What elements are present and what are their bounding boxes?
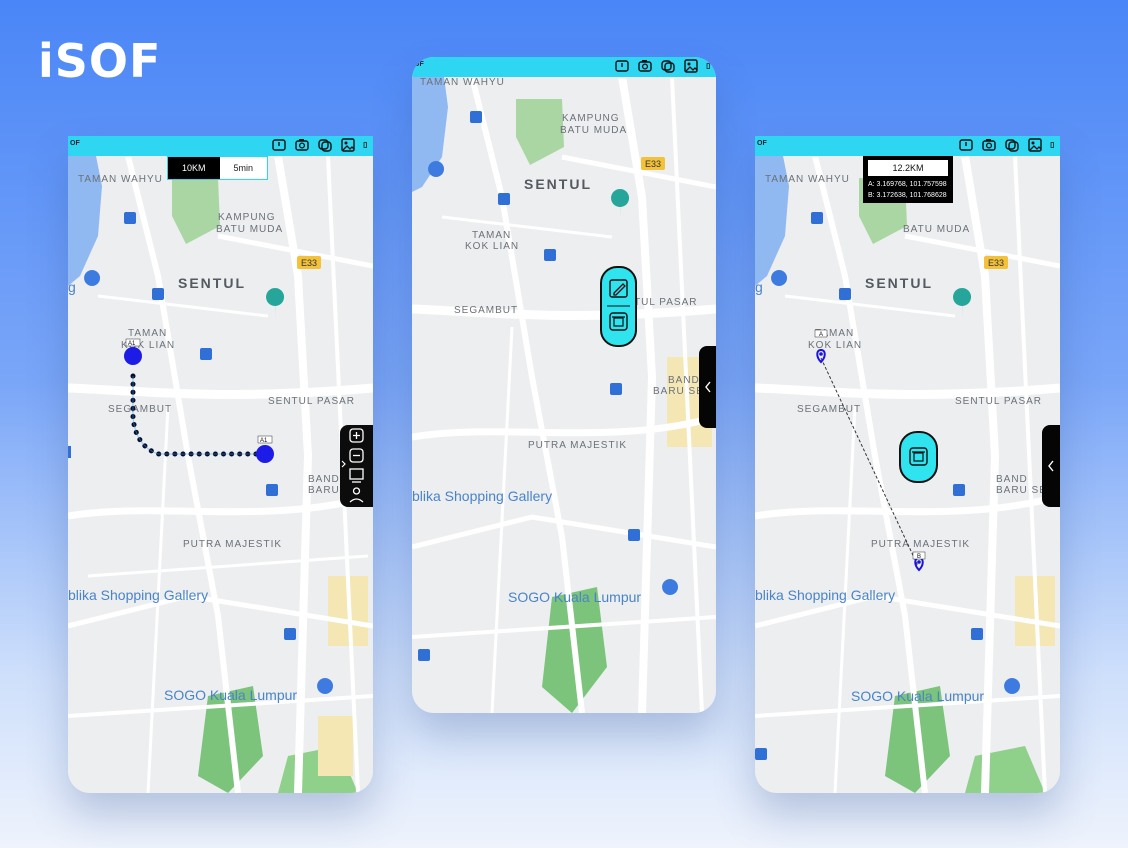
label-taman-wahyu: TAMAN WAHYU [78, 174, 163, 185]
distance-value: 12.2KM [868, 160, 948, 176]
tab-time[interactable]: 5min [219, 157, 268, 179]
menu-icon[interactable] [1050, 137, 1058, 153]
delete-action-pill [899, 431, 938, 483]
image-icon[interactable] [340, 137, 356, 153]
label-kok-lian: KOK LIAN [808, 340, 862, 351]
label-g: g [68, 279, 76, 295]
label-sogo: SOGO Kuala Lumpur [851, 688, 984, 704]
camera-icon[interactable] [981, 137, 997, 153]
label-sogo: SOGO Kuala Lumpur [508, 589, 641, 605]
tab-distance[interactable]: 10KM [168, 157, 220, 179]
label-taman: TAMAN [128, 328, 167, 339]
status-bar: OF [68, 136, 373, 156]
label-kampung: KAMPUNG [218, 212, 276, 223]
chevron-left-icon [705, 381, 711, 393]
copy-icon[interactable] [1004, 137, 1020, 153]
label-taman: TAMAN [472, 230, 511, 241]
zoom-out-icon[interactable] [349, 448, 364, 463]
copy-icon[interactable] [317, 137, 333, 153]
chevron-right-icon[interactable] [341, 460, 346, 468]
status-text: OF [70, 140, 80, 147]
coordinate-b: B: 3.172638, 101.768628 [868, 192, 947, 199]
map-tool-rail [340, 425, 373, 507]
delete-icon[interactable] [609, 312, 628, 331]
camera-icon[interactable] [637, 58, 653, 74]
delete-icon[interactable] [909, 447, 928, 466]
label-segambut: SEGAMBUT [454, 305, 518, 316]
label-sentul-pasar: SENTUL PASAR [955, 396, 1042, 407]
label-bandar: BAND [996, 474, 1028, 485]
label-kok-lian: KOK LIAN [465, 241, 519, 252]
battery-icon[interactable] [614, 58, 630, 74]
label-e33: E33 [988, 258, 1004, 268]
image-icon[interactable] [1027, 137, 1043, 153]
label-shopping-gallery: blika Shopping Gallery [68, 587, 208, 603]
battery-icon[interactable] [958, 137, 974, 153]
layers-icon[interactable] [349, 468, 364, 483]
label-sogo: SOGO Kuala Lumpur [164, 687, 297, 703]
status-bar: OF [412, 57, 716, 77]
label-sentul: SENTUL [178, 275, 246, 291]
label-putra-majestik: PUTRA MAJESTIK [528, 440, 627, 451]
label-kampung: KAMPUNG [562, 113, 620, 124]
chevron-left-icon [1048, 460, 1054, 472]
location-pin-icon[interactable] [349, 487, 364, 503]
measurement-info-box: 12.2KM A: 3.169768, 101.757598 B: 3.1726… [863, 156, 953, 203]
label-sentul: SENTUL [524, 176, 592, 192]
coordinate-a: A: 3.169768, 101.757598 [868, 181, 947, 188]
label-sentul-pasar: SENTUL PASAR [268, 396, 355, 407]
label-g: g [755, 279, 763, 295]
label-sentul-pasar: TUL PASAR [634, 297, 697, 308]
label-batu-muda: BATU MUDA [903, 224, 970, 235]
status-text: OF [757, 140, 767, 147]
label-taman-wahyu: TAMAN WAHYU [765, 174, 850, 185]
label-segambut: SEGAMBUT [797, 404, 861, 415]
brand-logo: iSOF [38, 34, 162, 88]
phone-screen-edit: OF TAMAN WAHYU KAMPUNG BATU MUDA SENTUL … [412, 57, 716, 713]
label-shopping-gallery: blika Shopping Gallery [755, 587, 895, 603]
zoom-in-icon[interactable] [349, 428, 364, 443]
label-batu-muda: BATU MUDA [216, 224, 283, 235]
label-shopping-gallery: blika Shopping Gallery [412, 488, 552, 504]
image-icon[interactable] [683, 58, 699, 74]
label-bandar: BAND [668, 375, 700, 386]
status-bar: OF [755, 136, 1060, 156]
label-baru-se: BARU SE [653, 386, 704, 397]
side-panel-handle[interactable] [1042, 425, 1060, 507]
label-e33: E33 [301, 258, 317, 268]
label-taman-wahyu: TAMAN WAHYU [420, 77, 505, 88]
copy-icon[interactable] [660, 58, 676, 74]
label-putra-majestik: PUTRA MAJESTIK [183, 539, 282, 550]
label-putra-majestik: PUTRA MAJESTIK [871, 539, 970, 550]
marker-a-label: A [819, 332, 823, 338]
camera-icon[interactable] [294, 137, 310, 153]
marker-a-label: A1 [128, 341, 136, 347]
map-view[interactable]: TAMAN WAHYU KAMPUNG BATU MUDA SENTUL E33… [68, 156, 373, 793]
label-sentul: SENTUL [865, 275, 933, 291]
menu-icon[interactable] [363, 137, 371, 153]
label-bandar: BAND [308, 474, 340, 485]
edit-icon[interactable] [609, 279, 628, 298]
map-view[interactable]: TAMAN WAHYU KAMPUNG BATU MUDA SENTUL E33… [412, 77, 716, 713]
status-text: OF [414, 61, 424, 68]
menu-icon[interactable] [706, 58, 714, 74]
label-baru-se: BARU SE [996, 485, 1047, 496]
side-panel-handle[interactable] [699, 346, 716, 428]
phone-screen-route: OF TAMAN WAHYU KAMPUNG BATU MUDA SENTUL … [68, 136, 373, 793]
label-batu-muda: BATU MUDA [560, 125, 627, 136]
edit-action-pill [600, 266, 637, 347]
marker-b-label: A1 [260, 438, 268, 444]
label-segambut: SEGAMBUT [108, 404, 172, 415]
battery-icon[interactable] [271, 137, 287, 153]
measure-tabs: 10KM 5min [167, 156, 269, 180]
phone-screen-measure: OF TAMAN WAHYU BATU MUDA SENTUL E33 TAMA… [755, 136, 1060, 793]
label-e33: E33 [645, 159, 661, 169]
marker-b-label: B [917, 554, 921, 560]
